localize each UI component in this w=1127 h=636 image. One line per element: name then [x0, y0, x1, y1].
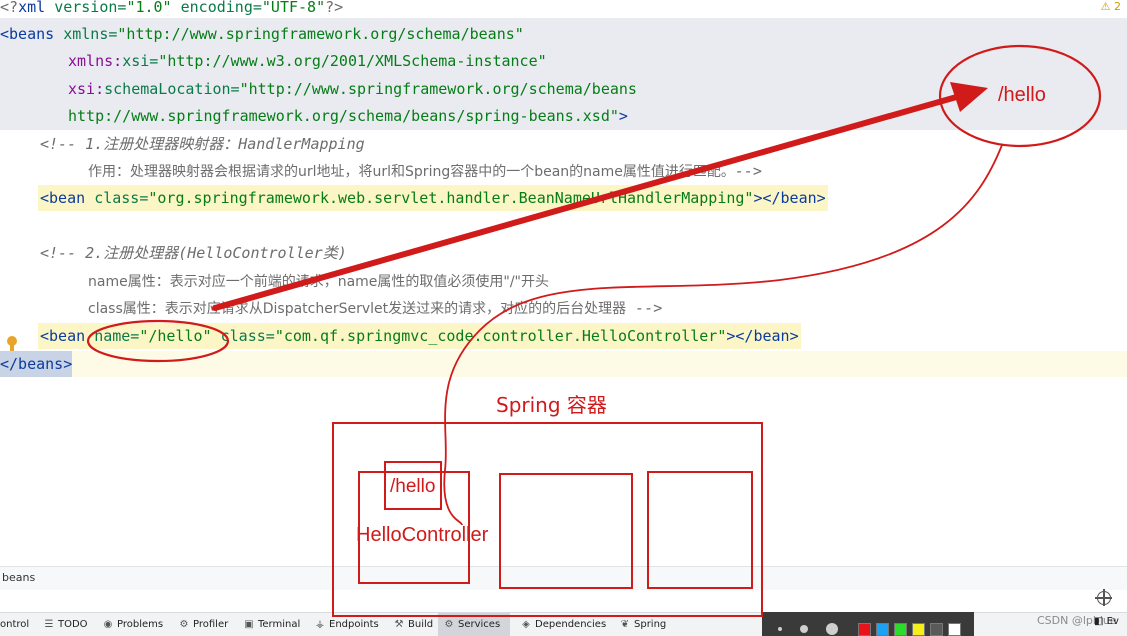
warning-count: 2 — [1114, 0, 1121, 13]
code-line-6: <!-- 1.注册处理器映射器：HandlerMapping — [40, 135, 365, 153]
breadcrumb: beans — [0, 566, 1127, 590]
code-line-1: <?xml version="1.0" encoding="UTF-8"?> — [0, 0, 344, 16]
profiler-icon: ⚙ — [179, 619, 189, 630]
tool-terminal[interactable]: ▣ Terminal — [238, 613, 306, 636]
caret-line-highlight — [0, 351, 1127, 377]
code-line-8: <bean class="org.springframework.web.ser… — [38, 185, 828, 211]
code-editor[interactable]: ⚠ 2 <?xml version="1.0" encoding="UTF-8"… — [0, 0, 1127, 566]
code-line-5: http://www.springframework.org/schema/be… — [68, 107, 628, 125]
swatch-white[interactable] — [948, 623, 961, 636]
tool-problems[interactable]: ◉ Problems — [97, 613, 169, 636]
brush-size-medium[interactable] — [800, 625, 808, 633]
code-line-9: <!-- 2.注册处理器(HelloController类) — [40, 244, 347, 262]
code-line-3: xmlns:xsi="http://www.w3.org/2001/XMLSch… — [68, 52, 547, 70]
swatch-blue[interactable] — [876, 623, 889, 636]
code-line-12: <bean name="/hello" class="com.qf.spring… — [38, 323, 801, 349]
tool-dependencies[interactable]: ◈ Dependencies — [515, 613, 612, 636]
code-line-7: 作用：处理器映射器会根据请求的url地址，将url和Spring容器中的一个be… — [88, 162, 762, 180]
drawing-palette — [762, 612, 974, 636]
swatch-yellow[interactable] — [912, 623, 925, 636]
lightbulb-icon[interactable] — [7, 336, 17, 351]
annotation-container-title: Spring 容器 — [496, 393, 607, 417]
code-line-11: class属性：表示对应请求从DispatcherServlet发送过来的请求，… — [88, 299, 663, 317]
tool-event-log[interactable]: ◧ Ev — [1094, 616, 1119, 627]
list-icon: ☰ — [44, 619, 54, 630]
annotation-inner-hello: /hello — [390, 476, 436, 497]
brush-size-large[interactable] — [826, 623, 838, 635]
terminal-icon: ▣ — [244, 619, 254, 630]
swatch-green[interactable] — [894, 623, 907, 636]
annotation-controller-label: HelloController — [356, 524, 489, 546]
tool-build[interactable]: ⚒ Build — [388, 613, 439, 636]
tool-control[interactable]: ontrol — [0, 613, 35, 636]
tool-endpoints[interactable]: ⚶ Endpoints — [309, 613, 385, 636]
breadcrumb-item-beans[interactable]: beans — [2, 571, 35, 584]
tool-profiler[interactable]: ⚙ Profiler — [173, 613, 234, 636]
tool-spring[interactable]: ❦ Spring — [614, 613, 672, 636]
services-icon: ⚙ — [444, 619, 454, 630]
beans-close-tag: </beans> — [0, 355, 73, 373]
code-line-13: </beans> — [0, 351, 73, 377]
problems-icon: ◉ — [103, 619, 113, 630]
event-log-icon: ◧ — [1094, 616, 1104, 627]
swatch-gray[interactable] — [930, 623, 943, 636]
spring-leaf-icon: ❦ — [620, 619, 630, 630]
tool-services[interactable]: ⚙ Services — [438, 613, 510, 636]
swatch-red[interactable] — [858, 623, 871, 636]
warning-indicator[interactable]: ⚠ 2 — [1101, 0, 1121, 13]
beans-open-tag: <beans — [0, 25, 64, 43]
crosshair-icon[interactable] — [1095, 589, 1112, 606]
code-line-4: xsi:schemaLocation="http://www.springfra… — [68, 80, 637, 98]
brush-size-small[interactable] — [778, 627, 782, 631]
code-line-10: name属性：表示对应一个前端的请求，name属性的取值必须使用"/"开头 — [88, 274, 550, 290]
hammer-icon: ⚒ — [394, 619, 404, 630]
endpoints-icon: ⚶ — [315, 619, 325, 630]
code-line-2: <beans xmlns="http://www.springframework… — [0, 25, 524, 43]
dependencies-icon: ◈ — [522, 619, 530, 630]
annotation-hello-url: /hello — [998, 84, 1046, 106]
tool-todo[interactable]: ☰ TODO — [38, 613, 94, 636]
